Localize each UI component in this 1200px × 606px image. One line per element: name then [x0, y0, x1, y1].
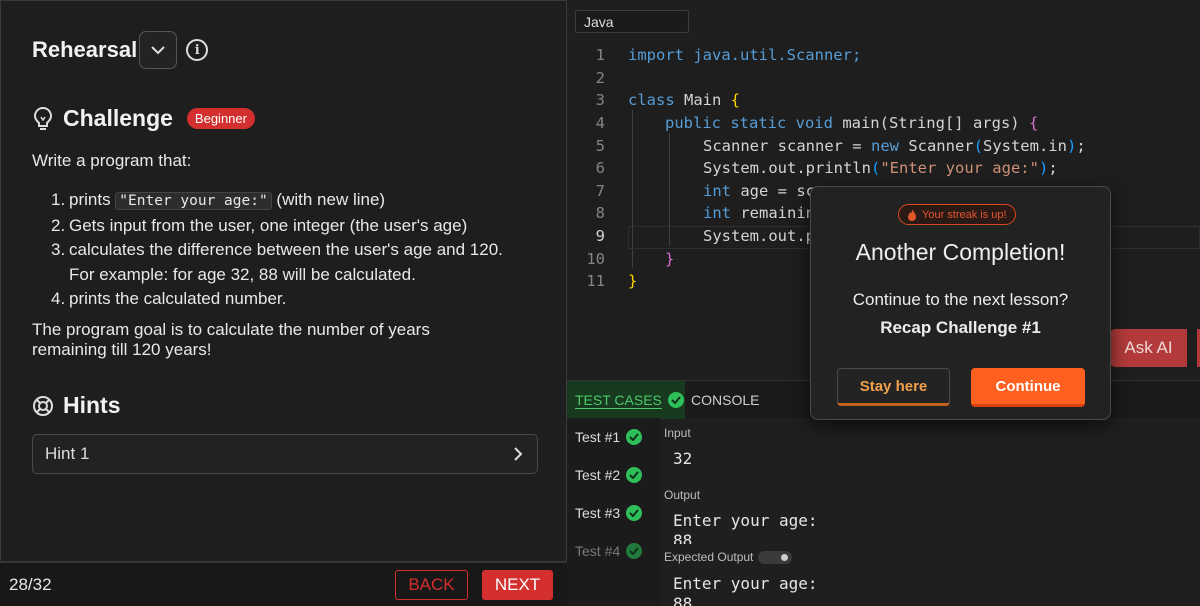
- inline-code: "Enter your age:": [115, 192, 272, 210]
- hints-header: Hints: [32, 392, 121, 419]
- input-value: 32: [673, 449, 693, 468]
- check-circle-icon: [626, 429, 643, 445]
- expected-output-toggle[interactable]: [758, 551, 793, 565]
- code-line: 1 import java.util.Scanner;: [595, 46, 862, 65]
- back-button[interactable]: BACK: [395, 570, 468, 600]
- test-case-item[interactable]: Test #4: [575, 543, 643, 559]
- tab-test-cases[interactable]: TEST CASES: [567, 381, 685, 419]
- completion-modal: Your streak is up! Another Completion! C…: [810, 186, 1111, 420]
- output-line-2: 88: [673, 531, 693, 544]
- modal-title: Another Completion!: [855, 239, 1066, 265]
- chevron-right-icon: [514, 447, 523, 461]
- next-lesson-name: Recap Challenge #1: [880, 318, 1041, 337]
- streak-badge: Your streak is up!: [898, 204, 1016, 225]
- streak-text: Your streak is up!: [922, 208, 1007, 221]
- code-line: 5 Scanner scanner = new Scanner(System.in…: [595, 136, 1086, 155]
- page-title: Rehearsal: [32, 37, 138, 62]
- challenge-title: Challenge: [63, 105, 173, 131]
- stay-here-button[interactable]: Stay here: [837, 368, 950, 406]
- list-item: 1. prints "Enter your age:" (with new li…: [51, 190, 386, 210]
- level-badge: Beginner: [186, 108, 255, 129]
- code-line: 3 class Main {: [595, 91, 741, 110]
- list-item: 2. Gets input from the user, one integer…: [51, 215, 468, 235]
- lesson-progress: 28/32: [9, 575, 52, 594]
- output-label: Output: [664, 488, 701, 502]
- lifebuoy-icon: [33, 395, 53, 416]
- code-line: 2: [595, 68, 605, 87]
- instructions-panel: Rehearsal i Challenge Beginner Write a p…: [0, 0, 567, 562]
- info-icon[interactable]: i: [186, 39, 209, 61]
- input-label: Input: [664, 426, 691, 440]
- hint-label: Hint 1: [45, 444, 90, 463]
- modal-question: Continue to the next lesson?: [852, 290, 1069, 309]
- test-cases-list: Test #1 Test #2 Test #3 Test #4: [567, 418, 660, 606]
- language-select[interactable]: Java: [575, 10, 689, 33]
- test-case-item[interactable]: Test #2: [575, 467, 643, 483]
- list-item: 3. calculates the difference between the…: [51, 240, 503, 284]
- next-button[interactable]: NEXT: [482, 570, 553, 600]
- continue-button[interactable]: Continue: [971, 368, 1085, 407]
- challenge-intro: Write a program that:: [32, 151, 192, 170]
- ask-ai-button[interactable]: Ask AI: [1110, 329, 1187, 367]
- challenge-header: Challenge Beginner: [32, 105, 255, 132]
- code-line: 6 System.out.println("Enter your age:");: [595, 159, 1058, 178]
- code-line: 4 public static void main(String[] args) …: [595, 114, 1039, 133]
- hint-1-row[interactable]: Hint 1: [32, 434, 538, 474]
- lesson-footer: 28/32 BACK NEXT: [0, 562, 567, 606]
- lightbulb-icon: [33, 106, 53, 130]
- check-circle-icon: [626, 543, 643, 559]
- check-circle-icon: [626, 505, 643, 521]
- chevron-down-icon: [151, 46, 165, 55]
- check-circle-icon: [667, 392, 684, 408]
- expected-line-2: 88: [673, 594, 693, 606]
- output-line-1: Enter your age:: [673, 511, 818, 530]
- rehearsal-dropdown-button[interactable]: [139, 31, 178, 69]
- expected-output-label: Expected Output: [664, 550, 754, 564]
- expected-output-header: Expected Output: [664, 550, 793, 565]
- hints-title: Hints: [63, 392, 121, 418]
- rehearsal-header: Rehearsal i: [32, 31, 209, 69]
- flame-icon: [908, 208, 916, 221]
- challenge-steps: 1. prints "Enter your age:" (with new li…: [51, 188, 551, 312]
- test-case-item[interactable]: Test #1: [575, 429, 643, 445]
- check-circle-icon: [626, 467, 643, 483]
- challenge-goal: The program goal is to calculate the num…: [32, 320, 430, 359]
- expected-line-1: Enter your age:: [673, 574, 818, 593]
- tab-console[interactable]: CONSOLE: [691, 392, 759, 408]
- test-case-item[interactable]: Test #3: [575, 505, 643, 521]
- list-item: 4. prints the calculated number.: [51, 289, 287, 308]
